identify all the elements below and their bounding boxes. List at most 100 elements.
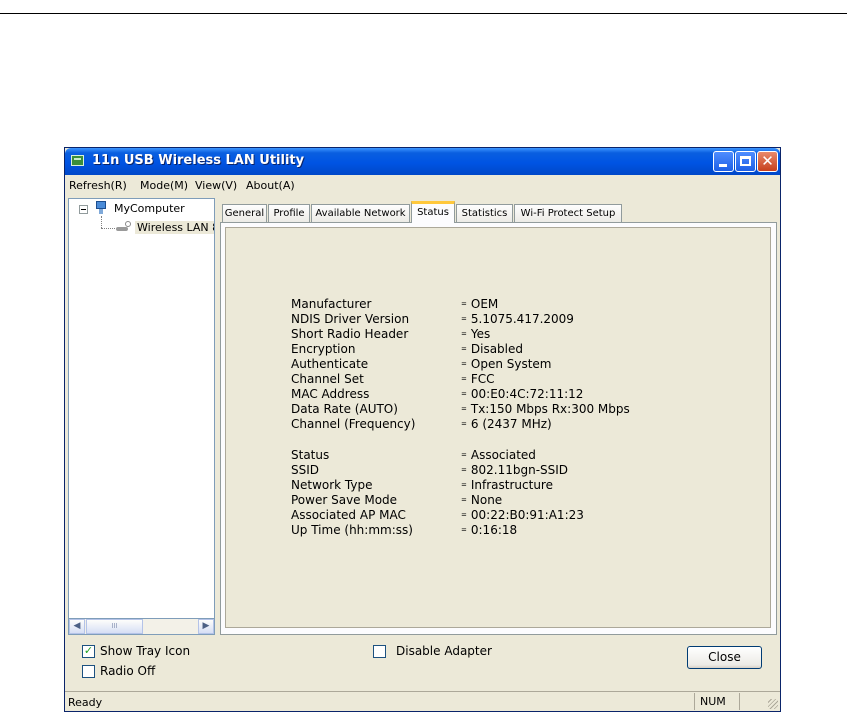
separator: = [461, 345, 467, 353]
value-associated-ap-mac: = 00:22:B0:91:A1:23 [461, 508, 584, 522]
separator: = [461, 526, 467, 534]
tab-statistics[interactable]: Statistics [456, 204, 513, 222]
wireless-adapter-icon [116, 221, 132, 233]
separator: = [461, 375, 467, 383]
radio-off-checkbox[interactable] [82, 665, 95, 678]
label-authenticate: Authenticate [291, 357, 369, 371]
scroll-right-icon[interactable]: ▶ [198, 619, 214, 634]
value-text: 0:16:18 [470, 523, 518, 537]
value-text: OEM [470, 297, 499, 311]
tree-root-mycomputer[interactable]: MyComputer [114, 202, 185, 215]
label-channel-set: Channel Set [291, 372, 364, 386]
value-encryption: = Disabled [461, 342, 523, 356]
value-text: Open System [470, 357, 552, 371]
app-window: 11n USB Wireless LAN Utility ✕ Refresh(R… [64, 147, 781, 712]
device-tree: MyComputer Wireless LAN 80 [68, 198, 215, 633]
disable-adapter-label[interactable]: Disable Adapter [396, 644, 492, 658]
value-ssid: = 802.11bgn-SSID [461, 463, 568, 477]
radio-off-label[interactable]: Radio Off [100, 664, 155, 678]
separator: = [461, 315, 467, 323]
value-text: Tx:150 Mbps Rx:300 Mbps [470, 402, 630, 416]
window-title: 11n USB Wireless LAN Utility [92, 153, 305, 168]
close-icon: ✕ [761, 152, 774, 170]
value-text: FCC [470, 372, 495, 386]
collapse-icon[interactable] [79, 205, 88, 214]
scrollbar-thumb[interactable]: III [86, 619, 143, 634]
close-button[interactable]: Close [687, 646, 762, 669]
tab-general[interactable]: General [222, 204, 267, 222]
status-text: Ready [68, 696, 103, 709]
tab-profile[interactable]: Profile [268, 204, 310, 222]
value-text: Infrastructure [470, 478, 553, 492]
close-window-button[interactable]: ✕ [757, 151, 778, 172]
show-tray-icon-checkbox[interactable]: ✓ [82, 644, 95, 658]
separator: = [461, 420, 467, 428]
value-status: = Associated [461, 448, 536, 462]
minimize-icon [719, 164, 727, 167]
value-text: 00:22:B0:91:A1:23 [470, 508, 584, 522]
tree-connector [101, 216, 102, 228]
label-encryption: Encryption [291, 342, 356, 356]
app-icon [71, 155, 84, 166]
scroll-left-icon[interactable]: ◀ [69, 619, 85, 634]
separator: = [461, 496, 467, 504]
label-ndis-driver-version: NDIS Driver Version [291, 312, 410, 326]
label-associated-ap-mac: Associated AP MAC [291, 508, 406, 522]
label-network-type: Network Type [291, 478, 373, 492]
separator: = [461, 466, 467, 474]
tree-connector [101, 228, 115, 229]
value-channel-set: = FCC [461, 372, 495, 386]
separator: = [461, 405, 467, 413]
value-network-type: = Infrastructure [461, 478, 553, 492]
value-manufacturer: = OEM [461, 297, 498, 311]
menu-bar: Refresh(R) Mode(M) View(V) About(A) [65, 175, 780, 195]
value-text: None [470, 493, 503, 507]
label-manufacturer: Manufacturer [291, 297, 372, 311]
menu-mode[interactable]: Mode(M) [140, 179, 188, 192]
maximize-icon [740, 156, 751, 166]
tree-horizontal-scrollbar[interactable]: ◀ III ▶ [68, 618, 215, 635]
value-text: 00:E0:4C:72:11:12 [470, 387, 584, 401]
status-tab-page: Manufacturer = OEM NDIS Driver Version = 5… [220, 222, 777, 635]
num-lock-indicator: NUM [694, 693, 736, 710]
separator: = [461, 300, 467, 308]
menu-about[interactable]: About(A) [246, 179, 295, 192]
computer-icon [96, 201, 106, 215]
separator: = [461, 390, 467, 398]
maximize-button[interactable] [735, 151, 756, 172]
status-info-panel: Manufacturer = OEM NDIS Driver Version = 5… [225, 227, 771, 628]
value-up-time: = 0:16:18 [461, 523, 517, 537]
separator: = [461, 511, 467, 519]
separator: = [461, 451, 467, 459]
label-data-rate: Data Rate (AUTO) [291, 402, 398, 416]
menu-refresh[interactable]: Refresh(R) [69, 179, 127, 192]
value-authenticate: = Open System [461, 357, 552, 371]
tab-status[interactable]: Status [411, 201, 455, 223]
value-text: 5.1075.417.2009 [470, 312, 574, 326]
checkmark-icon: ✓ [83, 644, 94, 657]
value-ndis-driver-version: = 5.1075.417.2009 [461, 312, 574, 326]
value-text: Yes [470, 327, 491, 341]
show-tray-icon-label[interactable]: Show Tray Icon [100, 644, 190, 658]
label-short-radio-header: Short Radio Header [291, 327, 409, 341]
value-channel-frequency: = 6 (2437 MHz) [461, 417, 552, 431]
title-bar[interactable]: 11n USB Wireless LAN Utility ✕ [65, 148, 780, 175]
tab-wifi-protect-setup[interactable]: Wi-Fi Protect Setup [514, 204, 622, 222]
tree-item-wireless-adapter[interactable]: Wireless LAN 80 [135, 221, 214, 234]
label-up-time: Up Time (hh:mm:ss) [291, 523, 413, 537]
separator: = [461, 360, 467, 368]
separator: = [461, 330, 467, 338]
label-ssid: SSID [291, 463, 320, 477]
resize-grip-icon[interactable] [768, 699, 778, 709]
label-power-save-mode: Power Save Mode [291, 493, 398, 507]
value-text: Disabled [470, 342, 524, 356]
status-bar: Ready NUM [65, 691, 780, 711]
value-mac-address: = 00:E0:4C:72:11:12 [461, 387, 583, 401]
tab-control: General Profile Available Network Status… [220, 198, 777, 636]
value-text: 802.11bgn-SSID [470, 463, 569, 477]
value-text: 6 (2437 MHz) [470, 417, 552, 431]
minimize-button[interactable] [713, 151, 734, 172]
menu-view[interactable]: View(V) [195, 179, 237, 192]
disable-adapter-checkbox[interactable] [373, 645, 386, 658]
tab-available-network[interactable]: Available Network [311, 204, 410, 222]
